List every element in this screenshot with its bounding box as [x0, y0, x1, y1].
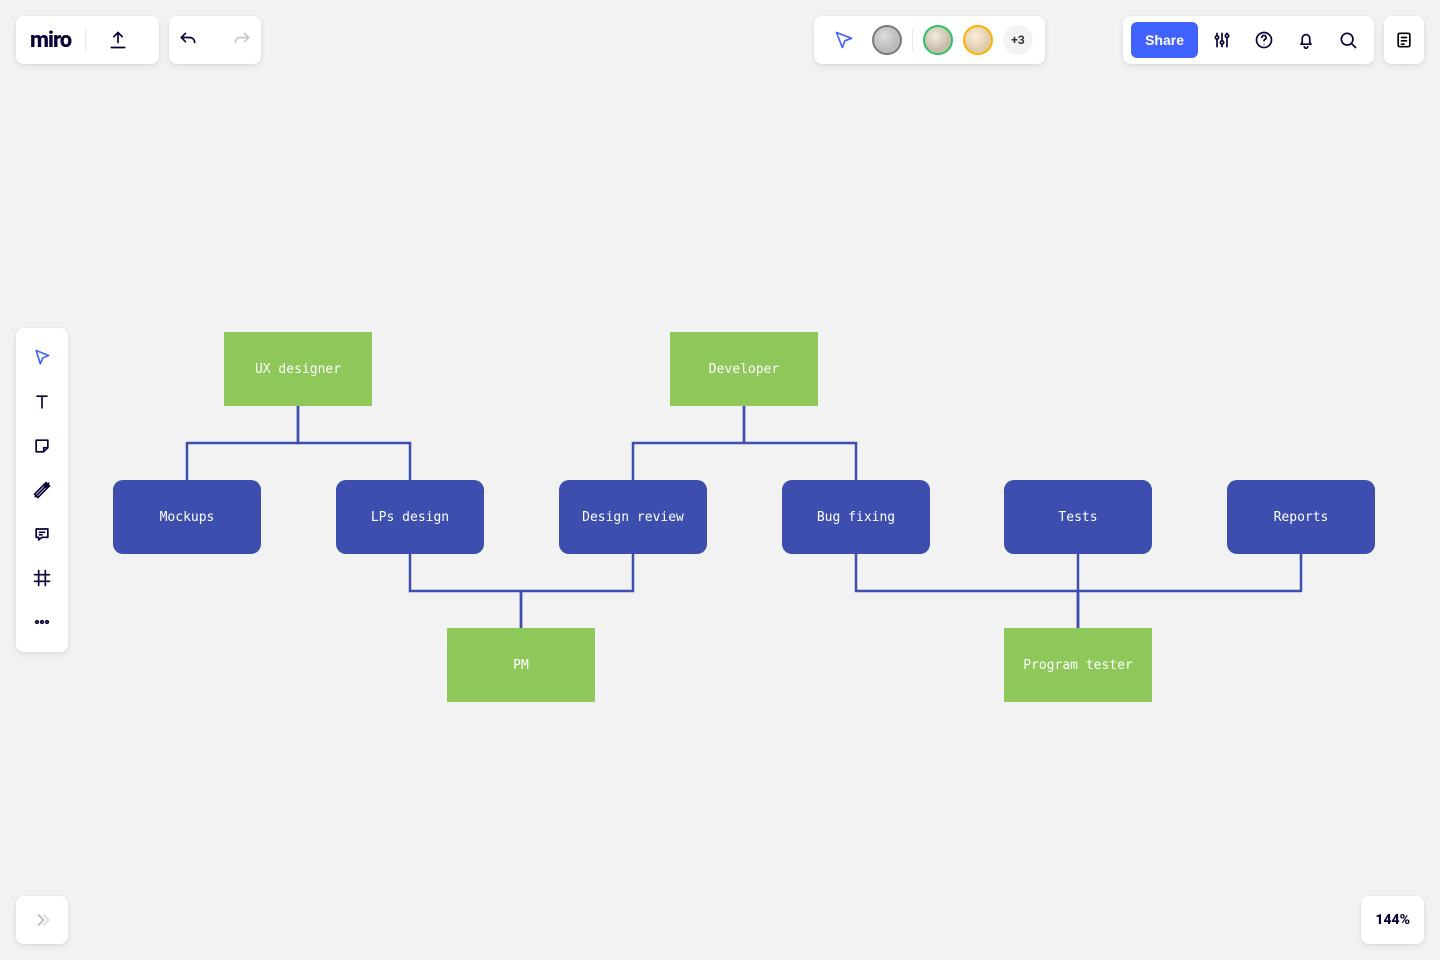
node-tester[interactable]: Program tester — [1004, 628, 1152, 702]
notes-button[interactable] — [1384, 16, 1424, 64]
avatar[interactable] — [963, 25, 993, 55]
export-icon[interactable] — [100, 22, 136, 58]
app-logo[interactable]: miro — [30, 28, 71, 53]
frame-tool[interactable] — [22, 558, 62, 598]
comment-tool[interactable] — [22, 514, 62, 554]
avatar-overflow[interactable]: +3 — [1003, 25, 1033, 55]
connector-reports_to_tester[interactable] — [1078, 554, 1301, 628]
main-actions-panel: Share — [1123, 16, 1374, 64]
settings-icon[interactable] — [1204, 22, 1240, 58]
logo-panel: miro — [16, 16, 159, 64]
connector-review_to_pm[interactable] — [521, 554, 633, 628]
undo-icon[interactable] — [170, 22, 206, 58]
divider — [85, 29, 86, 51]
expand-rail-button[interactable] — [16, 896, 68, 944]
arrow-tool[interactable] — [22, 470, 62, 510]
avatar[interactable] — [923, 25, 953, 55]
tool-rail — [16, 328, 68, 652]
node-tests[interactable]: Tests — [1004, 480, 1152, 554]
node-mockups[interactable]: Mockups — [113, 480, 261, 554]
collaborators-panel: +3 — [814, 16, 1045, 64]
select-tool[interactable] — [22, 338, 62, 378]
search-icon[interactable] — [1330, 22, 1366, 58]
canvas[interactable]: UX designer Developer PM Program tester Mock… — [0, 0, 1440, 960]
node-bugfix[interactable]: Bug fixing — [782, 480, 930, 554]
bell-icon[interactable] — [1288, 22, 1324, 58]
connector-ux_to_lps[interactable] — [298, 406, 410, 480]
node-review[interactable]: Design review — [559, 480, 707, 554]
connector-bugfix_to_tester[interactable] — [856, 554, 1078, 628]
connector-dev_to_bugfix[interactable] — [744, 406, 856, 480]
share-button[interactable]: Share — [1131, 22, 1198, 58]
cursor-presence-icon[interactable] — [826, 22, 862, 58]
zoom-indicator[interactable]: 144% — [1361, 896, 1424, 944]
zoom-level: 144% — [1375, 912, 1410, 928]
avatar[interactable] — [872, 25, 902, 55]
connector-lps_to_pm[interactable] — [410, 554, 521, 628]
node-dev[interactable]: Developer — [670, 332, 818, 406]
text-tool[interactable] — [22, 382, 62, 422]
divider — [912, 29, 913, 51]
node-pm[interactable]: PM — [447, 628, 595, 702]
node-ux[interactable]: UX designer — [224, 332, 372, 406]
redo-icon[interactable] — [224, 22, 260, 58]
connector-dev_to_review[interactable] — [633, 406, 744, 480]
more-tools[interactable] — [22, 602, 62, 642]
connector-ux_to_mockups[interactable] — [187, 406, 298, 480]
node-reports[interactable]: Reports — [1227, 480, 1375, 554]
node-lps[interactable]: LPs design — [336, 480, 484, 554]
help-icon[interactable] — [1246, 22, 1282, 58]
history-panel — [169, 16, 261, 64]
sticky-note-tool[interactable] — [22, 426, 62, 466]
